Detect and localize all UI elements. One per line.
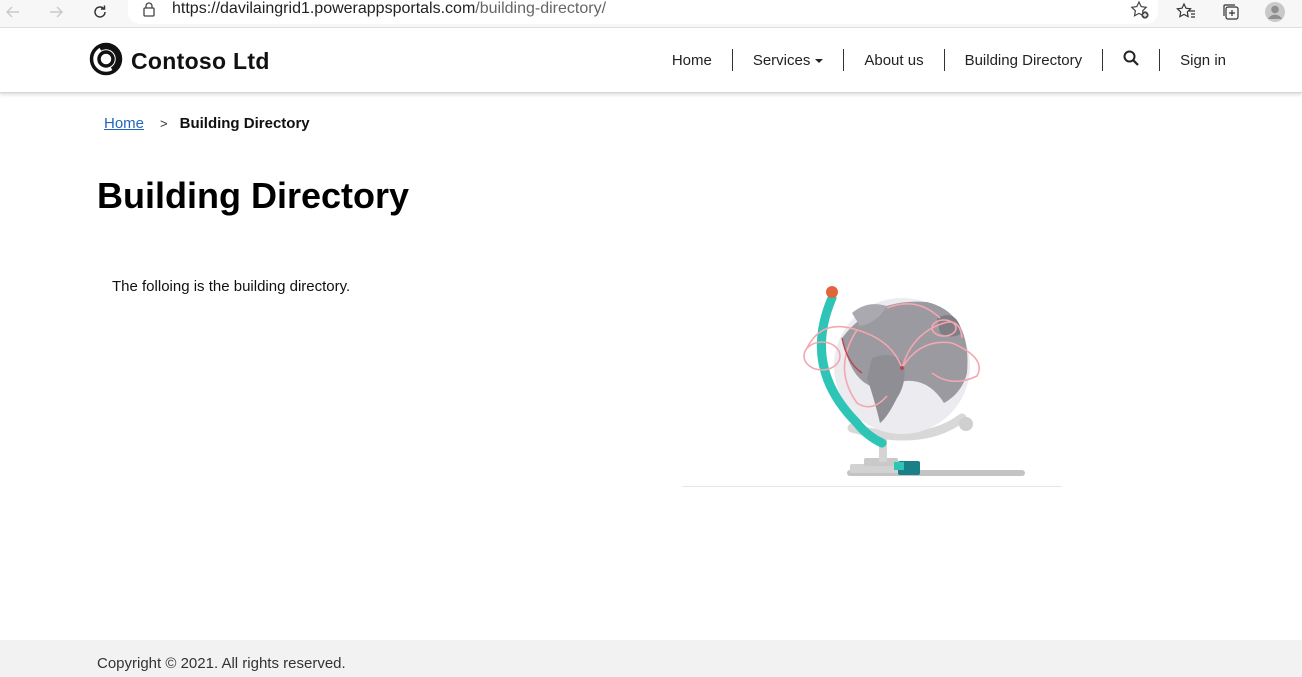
lock-icon bbox=[142, 1, 156, 22]
browser-toolbar: https://davilaingrid1.powerappsportals.c… bbox=[0, 0, 1302, 28]
site-header: Contoso Ltd Home Services About us Build… bbox=[0, 28, 1302, 93]
sign-in-link[interactable]: Sign in bbox=[1160, 49, 1246, 71]
collections-icon[interactable] bbox=[1220, 1, 1242, 23]
url-text: https://davilaingrid1.powerappsportals.c… bbox=[172, 0, 607, 17]
search-icon bbox=[1123, 50, 1139, 70]
page-title: Building Directory bbox=[97, 175, 410, 216]
caret-down-icon bbox=[815, 59, 824, 63]
forward-arrow-icon[interactable] bbox=[45, 2, 67, 22]
copyright-text: Copyright © 2021. All rights reserved. bbox=[97, 655, 346, 672]
brand-logo-link[interactable]: Contoso Ltd bbox=[89, 42, 270, 81]
nav-services-label: Services bbox=[752, 51, 811, 69]
globe-illustration bbox=[682, 278, 1062, 488]
reload-icon[interactable] bbox=[89, 2, 111, 22]
add-favorite-icon[interactable] bbox=[1130, 0, 1150, 25]
breadcrumb-home-link[interactable]: Home bbox=[104, 115, 144, 132]
breadcrumb: Home > Building Directory bbox=[104, 115, 310, 132]
site-footer: Copyright © 2021. All rights reserved. bbox=[0, 640, 1302, 677]
nav-building-directory[interactable]: Building Directory bbox=[945, 49, 1103, 71]
intro-text: The folloing is the building directory. bbox=[112, 278, 351, 295]
search-button[interactable] bbox=[1103, 49, 1159, 71]
content-divider bbox=[682, 486, 1062, 487]
address-bar[interactable]: https://davilaingrid1.powerappsportals.c… bbox=[128, 0, 1158, 24]
breadcrumb-current: Building Directory bbox=[179, 115, 310, 132]
contoso-logo-icon bbox=[89, 42, 123, 81]
nav-services-dropdown[interactable]: Services bbox=[733, 49, 844, 71]
nav-about[interactable]: About us bbox=[844, 49, 943, 71]
breadcrumb-separator: > bbox=[160, 116, 168, 131]
profile-avatar-icon[interactable] bbox=[1264, 1, 1286, 23]
main-nav: Home Services About us Building Director… bbox=[652, 49, 1246, 71]
back-arrow-icon[interactable] bbox=[2, 2, 24, 22]
favorites-icon[interactable] bbox=[1175, 1, 1197, 23]
brand-name: Contoso Ltd bbox=[131, 48, 270, 74]
nav-home[interactable]: Home bbox=[652, 49, 732, 71]
